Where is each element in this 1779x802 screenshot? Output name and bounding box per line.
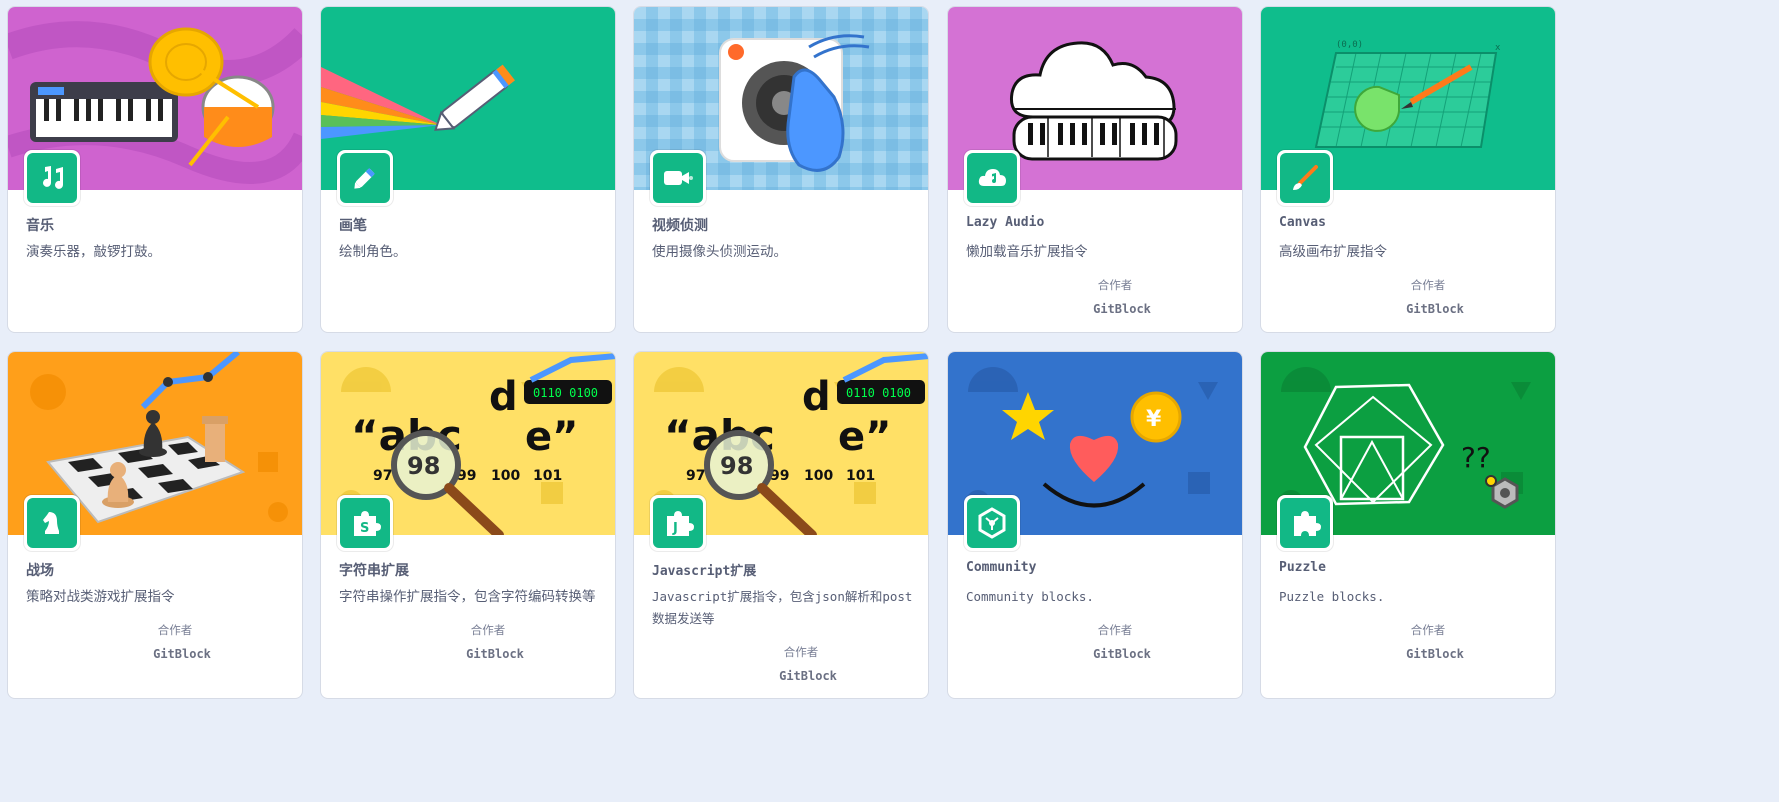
collaborator-name[interactable]: GitBlock [62,647,302,661]
card-description: 高级画布扩展指令 [1279,244,1387,260]
coin-yen-text: ¥ [1146,407,1162,432]
collaborator: 合作者 GitBlock [1261,277,1555,316]
number-101: 101 [533,468,562,484]
extension-card-battlefield[interactable]: 战场 策略对战类游戏扩展指令 合作者 GitBlock [7,351,303,699]
card-description: 策略对战类游戏扩展指令 [26,589,175,605]
chess-knight-icon [24,495,80,551]
svg-text:J: J [672,521,678,536]
video-camera-icon [650,150,706,206]
question-marks: ?? [1461,441,1491,474]
number-97: 97 [373,468,392,484]
puzzle-piece-icon [1277,495,1333,551]
card-title: 字符串扩展 [339,563,409,579]
card-title: Javascript扩展 [652,564,757,579]
number-100: 100 [804,468,833,484]
collaborator-name[interactable]: GitBlock [375,647,615,661]
card-title: Lazy Audio [966,215,1045,230]
collaborator-name[interactable]: GitBlock [688,669,928,683]
card-description: 字符串操作扩展指令，包含字符编码转换等 [339,589,596,605]
collaborator: 合作者 GitBlock [8,622,302,661]
collaborator-label: 合作者 [1410,278,1446,292]
card-description: Javascript扩展指令，包含json解析和post数据发送等 [652,589,913,626]
community-hexagon-icon [964,495,1020,551]
card-description: 绘制角色。 [339,244,407,260]
collaborator: 合作者 GitBlock [1261,622,1555,661]
collaborator-name[interactable]: GitBlock [1002,302,1242,316]
card-title: 战场 [26,563,54,579]
collaborator-label: 合作者 [1097,623,1133,637]
collaborator-name[interactable]: GitBlock [1002,647,1242,661]
collaborator-label: 合作者 [1410,623,1446,637]
e-text: e” [525,414,578,460]
card-title: 视频侦测 [652,218,708,234]
puzzle-j-icon: J [650,495,706,551]
extension-card-video-sensing[interactable]: 视频侦测 使用摄像头侦测运动。 [633,6,929,333]
card-description: 演奏乐器，敲锣打鼓。 [26,244,161,260]
collaborator-label: 合作者 [783,645,819,659]
collaborator-label: 合作者 [157,623,193,637]
collaborator: 合作者 GitBlock [321,622,615,661]
extension-grid: 音乐 演奏乐器，敲锣打鼓。 画笔 绘制角色。 视频侦测 使用摄像头侦测运动。 L… [7,6,1557,699]
number-101: 101 [846,468,875,484]
cloud-music-icon [964,150,1020,206]
magnified-number: 98 [407,452,440,480]
collaborator-name[interactable]: GitBlock [1315,302,1555,316]
magnified-number: 98 [720,452,753,480]
collaborator-label: 合作者 [1097,278,1133,292]
number-97: 97 [686,468,705,484]
e-text: e” [838,414,891,460]
canvas-axis-x-label: x [1495,43,1501,53]
card-title: Puzzle [1279,560,1326,575]
number-100: 100 [491,468,520,484]
card-title: Community [966,560,1037,575]
collaborator: 合作者 GitBlock [634,644,928,683]
binary-code-text: 0110 0100 [533,386,598,400]
card-description: 懒加载音乐扩展指令 [966,244,1088,260]
card-description: Puzzle blocks. [1279,589,1385,604]
card-description: 使用摄像头侦测运动。 [652,244,787,260]
extension-card-puzzle[interactable]: ?? Puzzle Puzzle blocks. 合作者 GitBlock [1260,351,1556,699]
card-title: 画笔 [339,218,367,234]
extension-card-music[interactable]: 音乐 演奏乐器，敲锣打鼓。 [7,6,303,333]
card-title: Canvas [1279,215,1326,230]
pen-icon [337,150,393,206]
paintbrush-icon [1277,150,1333,206]
extension-card-lazy-audio[interactable]: Lazy Audio 懒加载音乐扩展指令 合作者 GitBlock [947,6,1243,333]
extension-card-pen[interactable]: 画笔 绘制角色。 [320,6,616,333]
puzzle-s-icon: S [337,495,393,551]
canvas-origin-label: (0,0) [1336,40,1363,50]
card-title: 音乐 [26,218,54,234]
svg-text:S: S [360,521,369,536]
collaborator-name[interactable]: GitBlock [1315,647,1555,661]
card-description: Community blocks. [966,589,1094,604]
collaborator: 合作者 GitBlock [948,277,1242,316]
extension-card-javascript[interactable]: 0110 0100 “abc d e” 97 99 100 101 98 J J… [633,351,929,699]
extension-card-string[interactable]: 0110 0100 “abc d e” 97 99 100 101 98 S 字… [320,351,616,699]
binary-code-text: 0110 0100 [846,386,911,400]
d-text: d [802,374,831,420]
music-notes-icon [24,150,80,206]
extension-card-canvas[interactable]: (0,0) x y Canvas 高级画布扩展指令 合作者 GitBlock [1260,6,1556,333]
collaborator-label: 合作者 [470,623,506,637]
collaborator: 合作者 GitBlock [948,622,1242,661]
d-text: d [489,374,518,420]
extension-card-community[interactable]: ¥ Community Community blocks. 合作者 GitBlo… [947,351,1243,699]
